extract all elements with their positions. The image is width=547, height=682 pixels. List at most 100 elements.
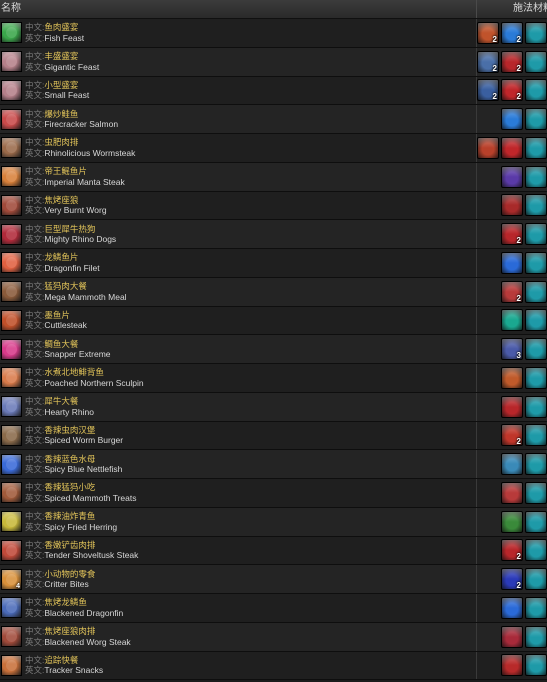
chinese-name[interactable]: 香辣猛犸小吃 — [44, 482, 95, 492]
table-row[interactable]: 中文:追踪快餐 英文:Tracker Snacks — [0, 651, 547, 681]
table-row[interactable]: 中文:犀牛大餐 英文:Hearty Rhino — [0, 392, 547, 422]
recipe-icon[interactable] — [1, 396, 22, 418]
material-icon[interactable] — [525, 395, 547, 418]
material-icon[interactable] — [525, 50, 547, 73]
recipe-icon[interactable] — [1, 51, 22, 73]
table-row[interactable]: 中文:香辣蓝色水母 英文:Spicy Blue Nettlefish — [0, 450, 547, 479]
recipe-icon[interactable] — [1, 453, 22, 475]
table-row[interactable]: 中文:焦烤座狼 英文:Very Burnt Worg — [0, 191, 547, 221]
chinese-name[interactable]: 焦烤座狼肉排 — [44, 626, 95, 636]
chinese-name[interactable]: 鲷鱼大餐 — [44, 339, 78, 349]
chinese-name[interactable]: 香嫩铲齿肉排 — [44, 540, 95, 550]
material-icon[interactable]: 2 — [477, 21, 499, 44]
column-header-materials[interactable]: 施法材料 — [477, 0, 547, 18]
chinese-name[interactable]: 猛犸肉大餐 — [44, 281, 87, 291]
recipe-icon[interactable] — [1, 194, 22, 216]
chinese-name[interactable]: 帝王鳐鱼片 — [44, 166, 87, 176]
material-icon[interactable]: 2 — [501, 280, 523, 303]
recipe-icon[interactable] — [1, 281, 22, 303]
material-icon[interactable] — [501, 165, 523, 188]
column-header-name[interactable]: 名称 — [0, 0, 477, 18]
material-icon[interactable] — [525, 79, 547, 102]
recipe-icon[interactable] — [1, 137, 22, 159]
material-icon[interactable] — [525, 251, 547, 274]
material-icon[interactable] — [525, 596, 547, 619]
table-row[interactable]: 中文:巨型犀牛热狗 英文:Mighty Rhino Dogs 2 — [0, 220, 547, 249]
recipe-icon[interactable] — [1, 252, 22, 274]
table-row[interactable]: 中文:猛犸肉大餐 英文:Mega Mammoth Meal 2 — [0, 277, 547, 307]
recipe-icon[interactable] — [1, 338, 22, 360]
chinese-name[interactable]: 龙鳞鱼片 — [44, 252, 78, 262]
chinese-name[interactable]: 水煮北地鲱背鱼 — [44, 367, 104, 377]
recipe-icon[interactable] — [1, 309, 22, 331]
recipe-icon[interactable] — [1, 22, 22, 44]
material-icon[interactable] — [525, 136, 547, 159]
material-icon[interactable]: 2 — [501, 539, 523, 562]
recipe-icon[interactable] — [1, 367, 22, 389]
material-icon[interactable] — [525, 21, 547, 44]
material-icon[interactable] — [501, 654, 523, 677]
chinese-name[interactable]: 香辣油炸青鱼 — [44, 511, 95, 521]
material-icon[interactable] — [501, 510, 523, 533]
table-row[interactable]: 中文:爆炒鲑鱼 英文:Firecracker Salmon — [0, 105, 547, 134]
material-icon[interactable] — [525, 453, 547, 476]
material-icon[interactable] — [525, 309, 547, 332]
material-icon[interactable] — [525, 165, 547, 188]
material-icon[interactable] — [501, 136, 523, 159]
material-icon[interactable]: 2 — [477, 79, 499, 102]
material-icon[interactable]: 2 — [501, 424, 523, 447]
material-icon[interactable]: 3 — [501, 338, 523, 361]
chinese-name[interactable]: 香辣蓝色水母 — [44, 454, 95, 464]
material-icon[interactable] — [525, 510, 547, 533]
material-icon[interactable]: 2 — [501, 50, 523, 73]
material-icon[interactable] — [525, 539, 547, 562]
table-row[interactable]: 中文:香辣油炸青鱼 英文:Spicy Fried Herring — [0, 507, 547, 537]
material-icon[interactable] — [525, 366, 547, 389]
material-icon[interactable] — [525, 625, 547, 648]
material-icon[interactable]: 2 — [501, 21, 523, 44]
recipe-icon[interactable] — [1, 223, 22, 245]
table-row[interactable]: 中文:龙鳞鱼片 英文:Dragonfin Filet — [0, 249, 547, 278]
chinese-name[interactable]: 鱼肉盛宴 — [44, 22, 78, 32]
material-icon[interactable] — [501, 251, 523, 274]
chinese-name[interactable]: 焦烤座狼 — [44, 195, 78, 205]
material-icon[interactable] — [525, 424, 547, 447]
table-row[interactable]: 中文:鲷鱼大餐 英文:Snapper Extreme 3 — [0, 335, 547, 364]
chinese-name[interactable]: 小动物的零食 — [44, 569, 95, 579]
table-row[interactable]: 中文:水煮北地鲱背鱼 英文:Poached Northern Sculpin — [0, 364, 547, 393]
material-icon[interactable] — [501, 481, 523, 504]
table-row[interactable]: 中文:香嫩铲齿肉排 英文:Tender Shoveltusk Steak 2 — [0, 536, 547, 566]
recipe-icon[interactable] — [1, 539, 22, 561]
table-row[interactable]: 中文:虫肥肉排 英文:Rhinolicious Wormsteak — [0, 134, 547, 163]
material-icon[interactable] — [525, 194, 547, 217]
material-icon[interactable] — [501, 309, 523, 332]
table-row[interactable]: 中文:墨鱼片 英文:Cuttlesteak — [0, 306, 547, 336]
recipe-icon[interactable] — [1, 166, 22, 188]
material-icon[interactable] — [501, 596, 523, 619]
material-icon[interactable]: 2 — [501, 223, 523, 246]
material-icon[interactable] — [501, 108, 523, 131]
table-row[interactable]: 中文:帝王鳐鱼片 英文:Imperial Manta Steak — [0, 162, 547, 192]
table-row[interactable]: 4 中文:小动物的零食 英文:Critter Bites 2 — [0, 565, 547, 594]
recipe-icon[interactable] — [1, 511, 22, 533]
chinese-name[interactable]: 虫肥肉排 — [44, 137, 78, 147]
table-row[interactable]: 中文:鱼肉盛宴 英文:Fish Feast 2 2 — [0, 19, 547, 48]
material-icon[interactable] — [525, 338, 547, 361]
material-icon[interactable] — [525, 481, 547, 504]
material-icon[interactable] — [525, 108, 547, 131]
material-icon[interactable] — [501, 453, 523, 476]
material-icon[interactable] — [501, 625, 523, 648]
material-icon[interactable]: 2 — [477, 50, 499, 73]
material-icon[interactable]: 2 — [501, 79, 523, 102]
table-row[interactable]: 中文:丰盛盛宴 英文:Gigantic Feast 2 2 — [0, 47, 547, 77]
recipe-icon[interactable] — [1, 79, 22, 101]
table-row[interactable]: 中文:焦烤座狼肉排 英文:Blackened Worg Steak — [0, 622, 547, 652]
recipe-icon[interactable] — [1, 108, 22, 130]
chinese-name[interactable]: 小型盛宴 — [44, 80, 78, 90]
chinese-name[interactable]: 焦烤龙鳞鱼 — [44, 597, 87, 607]
recipe-icon[interactable]: 4 — [1, 568, 22, 590]
table-row[interactable]: 中文:香辣虫肉汉堡 英文:Spiced Worm Burger 2 — [0, 421, 547, 451]
material-icon[interactable] — [501, 194, 523, 217]
recipe-icon[interactable] — [1, 482, 22, 504]
chinese-name[interactable]: 墨鱼片 — [44, 310, 70, 320]
